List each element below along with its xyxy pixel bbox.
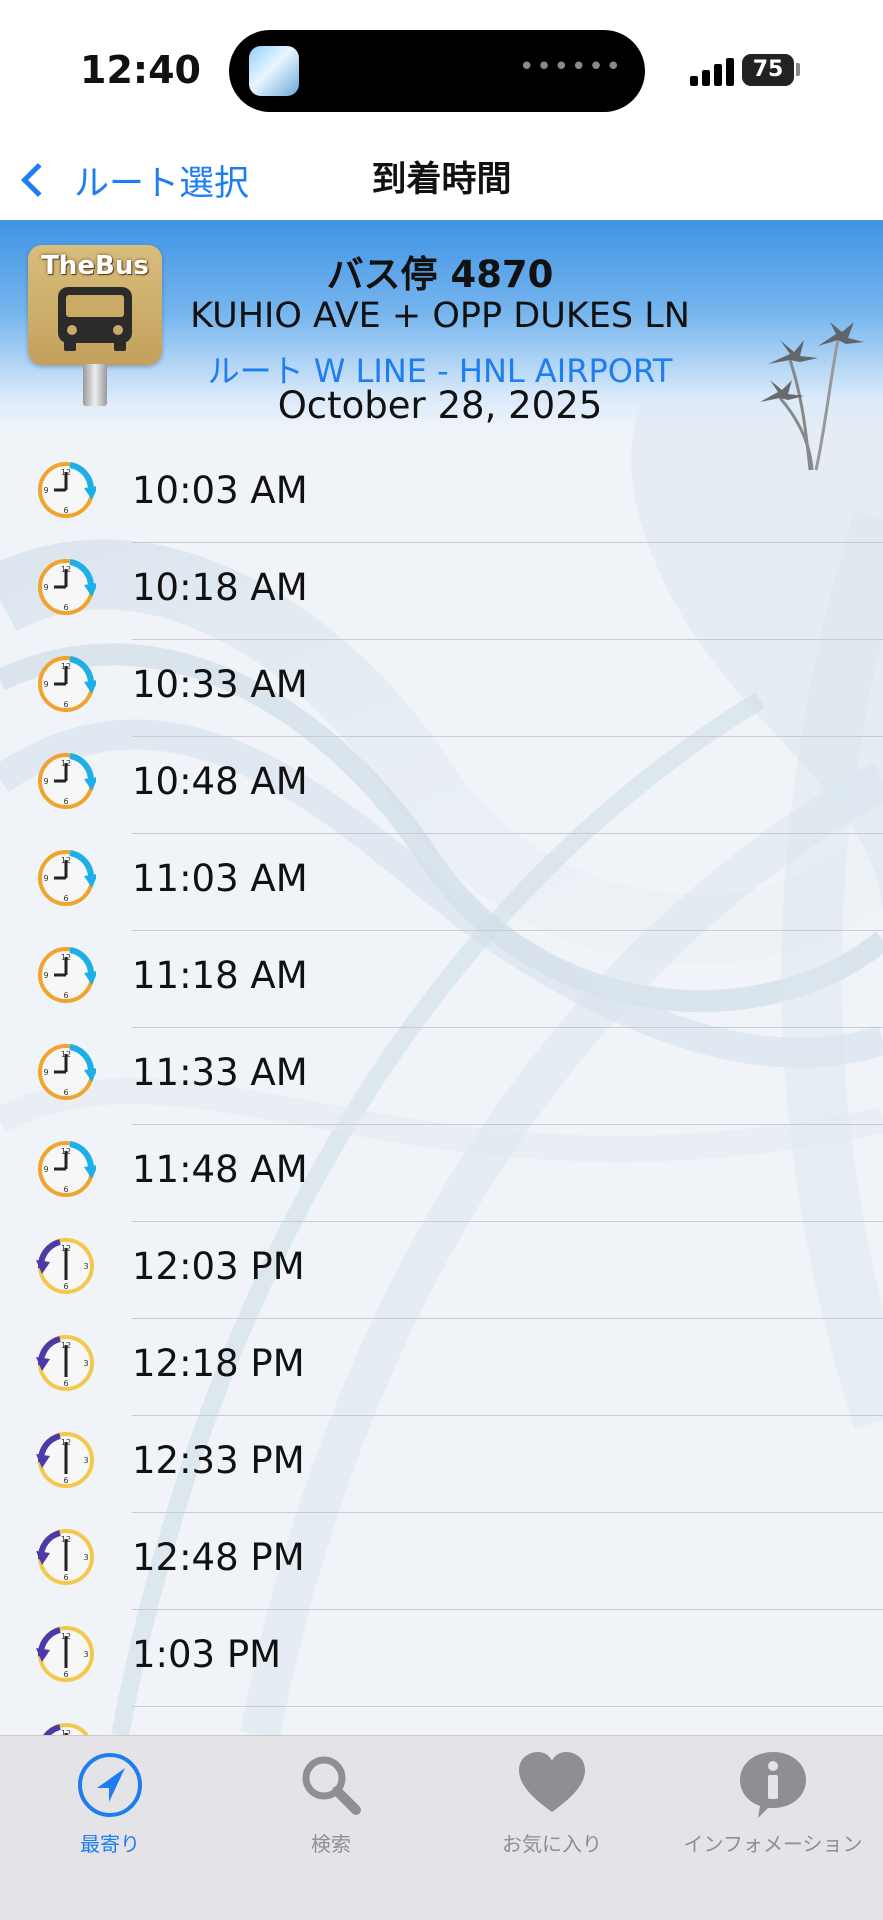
svg-text:6: 6 [63, 700, 68, 709]
arrival-time: 1:03 PM [132, 1633, 282, 1676]
arrival-time: 11:48 AM [132, 1148, 308, 1191]
tab-label: お気に入り [502, 1832, 602, 1856]
tab-nearby[interactable]: 最寄り [0, 1736, 220, 1866]
svg-text:6: 6 [63, 1379, 68, 1388]
svg-text:6: 6 [63, 506, 68, 515]
svg-text:3: 3 [83, 1553, 88, 1562]
clock-pm-icon: 1263 [36, 1236, 96, 1296]
navigation-bar: ルート選択 到着時間 [0, 140, 883, 220]
tab-information[interactable]: インフォメーション [663, 1736, 883, 1866]
svg-text:3: 3 [83, 1650, 88, 1659]
cellular-signal-icon [690, 56, 734, 86]
arrival-time: 10:03 AM [132, 469, 308, 512]
arrival-row[interactable]: 126312:18 PM [0, 1319, 883, 1416]
arrival-row[interactable]: 126910:48 AM [0, 737, 883, 834]
battery-tip [796, 63, 800, 76]
clock-am-icon: 1269 [36, 654, 98, 714]
stop-street: KUHIO AVE + OPP DUKES LN [190, 296, 690, 336]
arrival-time: 12:03 PM [132, 1245, 305, 1288]
svg-text:9: 9 [43, 583, 48, 592]
svg-text:9: 9 [43, 971, 48, 980]
arrival-row[interactable]: 126312:03 PM [0, 1222, 883, 1319]
svg-text:9: 9 [43, 680, 48, 689]
tab-label: インフォメーション [683, 1832, 863, 1856]
dynamic-island[interactable]: •••••• [229, 30, 645, 112]
arrival-time: 12:48 PM [132, 1536, 305, 1579]
svg-text:3: 3 [83, 1456, 88, 1465]
bus-stop-pole [83, 364, 107, 406]
schedule-date: October 28, 2025 [277, 384, 603, 427]
arrival-time: 12:18 PM [132, 1342, 305, 1385]
svg-text:9: 9 [43, 1165, 48, 1174]
svg-text:3: 3 [83, 1262, 88, 1271]
arrival-time: 10:48 AM [132, 760, 308, 803]
arrival-row[interactable]: 126911:18 AM [0, 931, 883, 1028]
tab-favorites[interactable]: お気に入り [442, 1736, 662, 1866]
arrival-row[interactable]: 126312:33 PM [0, 1416, 883, 1513]
arrival-row[interactable]: 126911:03 AM [0, 834, 883, 931]
clock-am-icon: 1269 [36, 945, 98, 1005]
svg-text:9: 9 [43, 486, 48, 495]
tab-bar: 最寄り 検索 お気に入り インフォメーション [0, 1735, 883, 1920]
svg-text:6: 6 [63, 797, 68, 806]
tab-search[interactable]: 検索 [221, 1736, 441, 1866]
arrival-row[interactable]: 126911:48 AM [0, 1125, 883, 1222]
arrival-time: 10:18 AM [132, 566, 308, 609]
clock-am-icon: 1269 [36, 557, 98, 617]
island-app-icon [249, 46, 299, 96]
back-button-label: ルート選択 [74, 163, 250, 204]
status-bar: 12:40 •••••• 75 [0, 0, 883, 140]
tab-label: 最寄り [80, 1832, 140, 1856]
clock-pm-icon: 1263 [36, 1527, 96, 1587]
svg-text:6: 6 [63, 1185, 68, 1194]
clock-pm-icon: 1263 [36, 1430, 96, 1490]
arrival-time: 11:18 AM [132, 954, 308, 997]
svg-text:6: 6 [63, 894, 68, 903]
arrival-row[interactable]: 126312:48 PM [0, 1513, 883, 1610]
svg-text:6: 6 [63, 1573, 68, 1582]
back-button[interactable]: ルート選択 [14, 140, 249, 220]
svg-text:6: 6 [63, 991, 68, 1000]
stop-number: バス停 4870 [326, 253, 554, 296]
bus-icon [58, 287, 132, 351]
clock-am-icon: 1269 [36, 460, 98, 520]
thebus-logo: TheBus [28, 245, 162, 365]
heart-icon [519, 1752, 585, 1812]
clock-am-icon: 1269 [36, 1139, 98, 1199]
arrival-time: 10:33 AM [132, 663, 308, 706]
svg-text:6: 6 [63, 1088, 68, 1097]
arrival-row[interactable]: 126910:18 AM [0, 543, 883, 640]
svg-text:9: 9 [43, 874, 48, 883]
clock-pm-icon: 1263 [36, 1333, 96, 1393]
chevron-left-icon [21, 163, 55, 197]
svg-text:6: 6 [63, 603, 68, 612]
arrival-row[interactable]: 12631:03 PM [0, 1610, 883, 1707]
clock-am-icon: 1269 [36, 1042, 98, 1102]
arrival-time: 11:33 AM [132, 1051, 308, 1094]
clock-pm-icon: 1263 [36, 1624, 96, 1684]
arrival-row[interactable]: 126911:33 AM [0, 1028, 883, 1125]
svg-text:6: 6 [63, 1282, 68, 1291]
island-more-icon: •••••• [518, 52, 623, 82]
arrival-time: 11:03 AM [132, 857, 308, 900]
svg-text:9: 9 [43, 1068, 48, 1077]
location-arrow-icon [78, 1753, 142, 1817]
svg-text:6: 6 [63, 1476, 68, 1485]
search-icon [302, 1756, 361, 1815]
status-time: 12:40 [80, 48, 201, 92]
svg-text:9: 9 [43, 777, 48, 786]
svg-text:6: 6 [63, 1670, 68, 1679]
arrival-row[interactable]: 126910:33 AM [0, 640, 883, 737]
clock-am-icon: 1269 [36, 848, 98, 908]
svg-text:3: 3 [83, 1359, 88, 1368]
tab-label: 検索 [311, 1832, 351, 1856]
info-icon [740, 1752, 806, 1818]
clock-am-icon: 1269 [36, 751, 98, 811]
arrival-row[interactable]: 126910:03 AM [0, 446, 883, 543]
arrival-time: 12:33 PM [132, 1439, 305, 1482]
arrival-time-list: 126910:03 AM126910:18 AM126910:33 AM1269… [0, 446, 883, 1804]
battery-icon: 75 [742, 54, 794, 86]
thebus-logo-text: TheBus [41, 251, 149, 281]
